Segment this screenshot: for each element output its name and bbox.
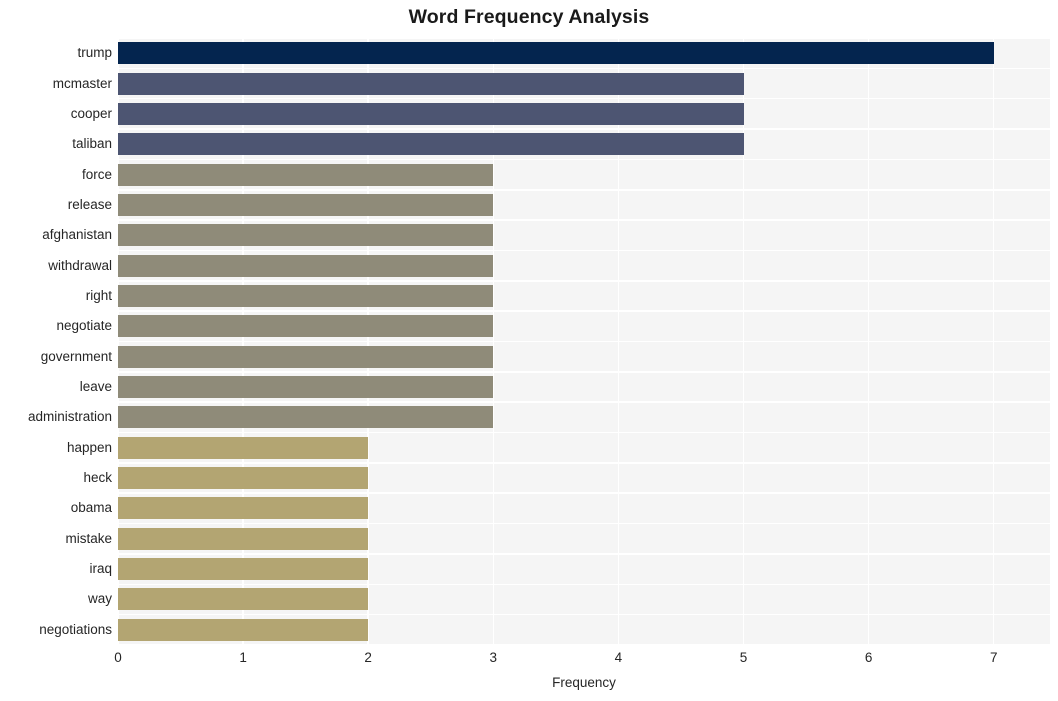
plot-area [118,38,1050,645]
x-tick-label-4: 4 [614,650,623,665]
y-tick-label-trump: trump [77,45,112,61]
y-tick-label-leave: leave [79,379,112,395]
bar-mistake[interactable] [118,527,369,550]
x-axis-title: Frequency [552,675,616,690]
bar-negotiate[interactable] [118,315,494,338]
bar-withdrawal[interactable] [118,254,494,277]
word-frequency-chart-figure: Word Frequency Analysis trump mcmaster coo… [0,0,1058,701]
bar-taliban[interactable] [118,133,744,156]
y-tick-label-government: government [40,348,112,364]
y-tick-label-force: force [81,166,112,182]
x-axis-tick-labels: 0 1 2 3 4 5 6 7 [0,650,1058,672]
y-tick-label-right: right [85,287,112,303]
bar-cooper[interactable] [118,102,744,125]
x-tick-label-3: 3 [489,650,498,665]
x-tick-label-7: 7 [989,650,998,665]
y-tick-label-mistake: mistake [65,530,112,546]
bar-obama[interactable] [118,497,369,520]
y-tick-label-taliban: taliban [72,136,112,152]
bar-trump[interactable] [118,42,994,65]
bar-happen[interactable] [118,436,369,459]
x-tick-label-5: 5 [739,650,748,665]
bar-force[interactable] [118,163,494,186]
y-tick-label-withdrawal: withdrawal [48,257,112,273]
y-tick-label-release: release [67,196,112,212]
y-tick-label-mcmaster: mcmaster [52,75,112,91]
bar-government[interactable] [118,345,494,368]
bar-negotiations[interactable] [118,618,369,641]
y-tick-label-heck: heck [83,470,112,486]
x-tick-label-0: 0 [114,650,122,665]
bar-right[interactable] [118,284,494,307]
bar-heck[interactable] [118,467,369,490]
chart-title: Word Frequency Analysis [408,6,650,28]
bar-iraq[interactable] [118,558,369,581]
y-tick-label-cooper: cooper [70,105,112,121]
y-tick-label-administration: administration [27,409,112,425]
bar-afghanistan[interactable] [118,224,494,247]
bar-leave[interactable] [118,376,494,399]
bar-way[interactable] [118,588,369,611]
y-tick-label-way: way [87,591,112,607]
y-tick-label-iraq: iraq [89,561,112,577]
y-axis-tick-labels: trump mcmaster cooper taliban force release af… [0,38,112,645]
bar-release[interactable] [118,193,494,216]
bar-mcmaster[interactable] [118,72,744,95]
bars-layer [118,38,1050,645]
y-tick-label-obama: obama [70,500,112,516]
y-tick-label-negotiations: negotiations [39,621,112,637]
x-tick-label-6: 6 [864,650,873,665]
x-tick-label-2: 2 [364,650,372,665]
bar-administration[interactable] [118,406,494,429]
x-tick-label-1: 1 [239,650,247,665]
y-tick-label-afghanistan: afghanistan [42,227,112,243]
y-tick-label-negotiate: negotiate [56,318,112,334]
y-tick-label-happen: happen [66,439,112,455]
